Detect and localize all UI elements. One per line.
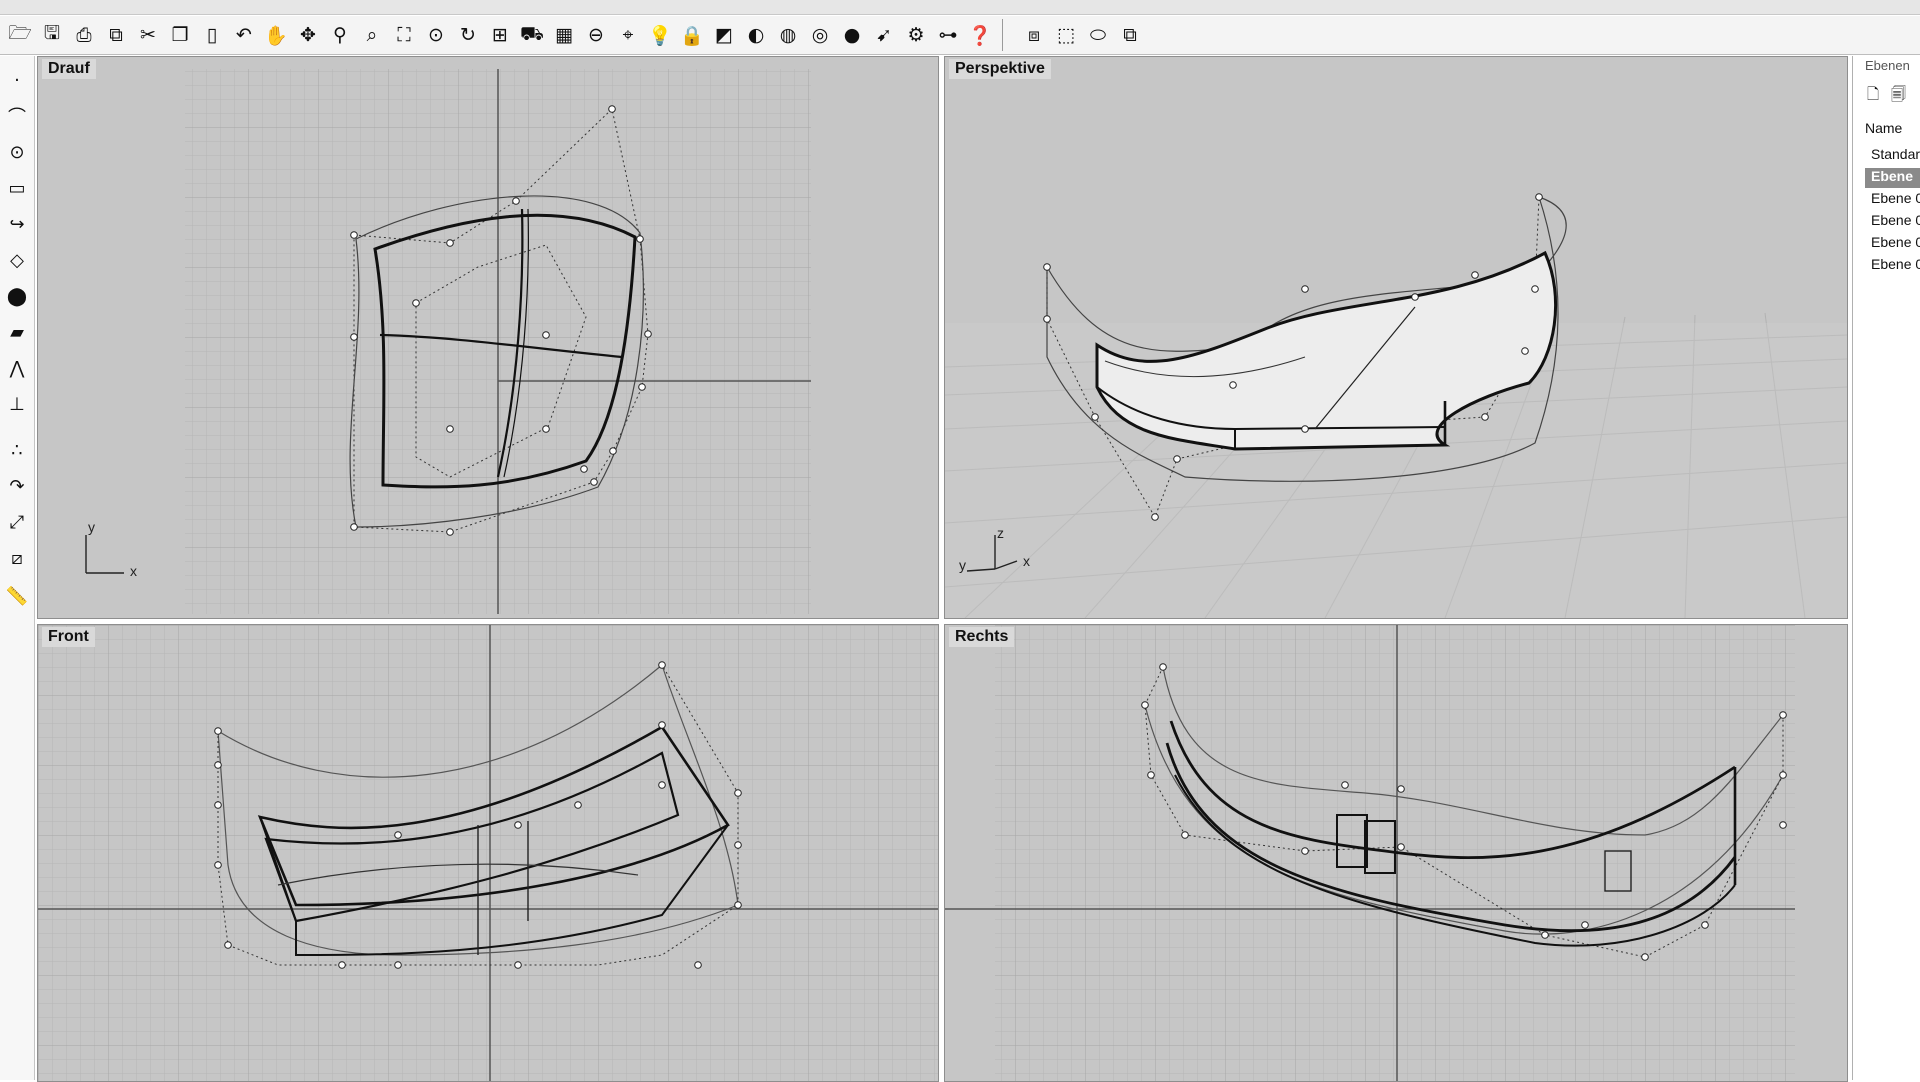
viewport-right-canvas: [945, 625, 1795, 1081]
fillet-icon[interactable]: ↪: [3, 210, 31, 238]
analyze-icon[interactable]: ⧄: [3, 544, 31, 572]
boolean-icon[interactable]: ∴: [3, 436, 31, 464]
cut-icon[interactable]: ✂: [134, 21, 162, 49]
new-layer-icon[interactable]: 🗋: [1867, 84, 1879, 109]
left-toolbar: · ⌒ ⊙ ▭ ↪ ◇ ⬤ ▰ ⋀ ⊥ ∴ ↷ ⤢ ⧄ 📏: [0, 56, 35, 1080]
layers-column-name[interactable]: Name: [1865, 120, 1902, 136]
copy-icon[interactable]: ❐: [166, 21, 194, 49]
viewport-top[interactable]: Drauf y x: [37, 56, 939, 619]
ruler-icon[interactable]: 📏: [3, 582, 31, 610]
rotate-view-icon[interactable]: ✥: [294, 21, 322, 49]
layer-row[interactable]: Ebene 0: [1871, 234, 1920, 254]
shade-icon[interactable]: ◩: [710, 21, 738, 49]
mesh-icon[interactable]: ▰: [3, 318, 31, 346]
sweep-icon[interactable]: ↷: [3, 472, 31, 500]
cage-edit-icon[interactable]: ⧈: [1020, 21, 1048, 49]
layers-panel: Ebenen 🗋 🗐 Name Standard Ebene Ebene 0 E…: [1852, 56, 1920, 1080]
print-icon[interactable]: ⎙: [70, 21, 98, 49]
arrow-icon[interactable]: ➹: [870, 21, 898, 49]
zoom-icon[interactable]: ⚲: [326, 21, 354, 49]
zoom-extents-icon[interactable]: ⛶: [390, 21, 418, 49]
ghost-sphere-icon[interactable]: ◎: [806, 21, 834, 49]
transform-icon[interactable]: ⊥: [3, 390, 31, 418]
layer-row-selected[interactable]: Ebene: [1865, 168, 1920, 188]
flow-icon[interactable]: ⬭: [1084, 21, 1112, 49]
pan-hand-icon[interactable]: ✋: [262, 21, 290, 49]
viewport-right[interactable]: Rechts: [944, 624, 1848, 1082]
cplane-icon[interactable]: ⊖: [582, 21, 610, 49]
black-sphere-icon[interactable]: ●: [838, 21, 866, 49]
options-icon[interactable]: ⊶: [934, 21, 962, 49]
light-bulb-icon[interactable]: 💡: [646, 21, 674, 49]
open-icon[interactable]: 🗁: [6, 21, 34, 49]
layers-panel-title: Ebenen: [1865, 58, 1910, 73]
snap-icon[interactable]: ⌖: [614, 21, 642, 49]
solid-icon[interactable]: ⬤: [3, 282, 31, 310]
persp-axis-x-label: x: [1023, 553, 1030, 569]
undo-icon[interactable]: ↶: [230, 21, 258, 49]
persp-axis-y-label: y: [959, 557, 966, 573]
save-icon[interactable]: 🖫: [38, 21, 66, 49]
top-axis-x-label: x: [130, 563, 137, 579]
help-icon[interactable]: ❓: [966, 21, 994, 49]
viewport-perspective[interactable]: Perspektive z x y: [944, 56, 1848, 619]
render-sphere-icon[interactable]: ◐: [742, 21, 770, 49]
import-icon[interactable]: ⧉: [102, 21, 130, 49]
plane-grid-icon[interactable]: ▦: [550, 21, 578, 49]
lock-icon[interactable]: 🔒: [678, 21, 706, 49]
layer-row[interactable]: Standard: [1871, 146, 1920, 166]
persp-axis-z-label: z: [997, 525, 1004, 541]
paste-icon[interactable]: ▯: [198, 21, 226, 49]
layer-row[interactable]: Ebene 0: [1871, 212, 1920, 232]
viewport-perspective-label[interactable]: Perspektive: [949, 59, 1051, 79]
zoom-selected-icon[interactable]: ⊙: [422, 21, 450, 49]
control-box-icon[interactable]: ⧉: [1116, 21, 1144, 49]
viewport-front[interactable]: Front: [37, 624, 939, 1082]
rectangle-icon[interactable]: ▭: [3, 174, 31, 202]
layer-row[interactable]: Ebene 0: [1871, 256, 1920, 276]
gear-icon[interactable]: ⚙: [902, 21, 930, 49]
viewport-right-label[interactable]: Rechts: [949, 627, 1015, 647]
scale-icon[interactable]: ⤢: [3, 508, 31, 536]
wireframe-sphere-icon[interactable]: ◍: [774, 21, 802, 49]
new-sublayer-icon[interactable]: 🗐: [1891, 84, 1906, 109]
circle-icon[interactable]: ⊙: [3, 138, 31, 166]
viewport-perspective-canvas: [945, 193, 1847, 618]
viewport-front-canvas: [38, 625, 938, 1081]
surface-icon[interactable]: ◇: [3, 246, 31, 274]
car-icon[interactable]: ⛟: [518, 21, 546, 49]
window-top-strip: [0, 0, 1920, 15]
main-toolbar: 🗁 🖫 ⎙ ⧉ ✂ ❐ ▯ ↶ ✋ ✥ ⚲ ⌕ ⛶ ⊙ ↻ ⊞ ⛟ ▦ ⊖ ⌖ …: [0, 16, 1920, 55]
box-edit-icon[interactable]: ⬚: [1052, 21, 1080, 49]
top-axis-y-label: y: [88, 519, 95, 535]
point-icon[interactable]: ·: [3, 66, 31, 94]
four-viewports-icon[interactable]: ⊞: [486, 21, 514, 49]
zoom-window-icon[interactable]: ⌕: [358, 21, 386, 49]
toolbar-separator: [1002, 19, 1003, 51]
layer-row[interactable]: Ebene 0: [1871, 190, 1920, 210]
curve-icon[interactable]: ⌒: [3, 102, 31, 130]
viewport-top-label[interactable]: Drauf: [42, 59, 96, 79]
viewport-top-canvas: [85, 69, 811, 614]
redo-view-icon[interactable]: ↻: [454, 21, 482, 49]
viewport-front-label[interactable]: Front: [42, 627, 95, 647]
dimension-icon[interactable]: ⋀: [3, 354, 31, 382]
